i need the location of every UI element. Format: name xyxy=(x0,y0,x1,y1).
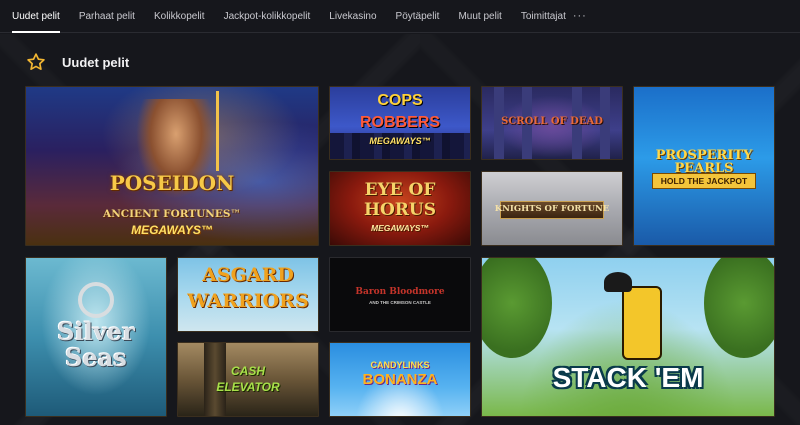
game-title: MEGAWAYS™ xyxy=(371,223,429,233)
game-tile-cash-elevator[interactable]: CASH ELEVATOR xyxy=(177,342,319,417)
game-title: HORUS xyxy=(363,200,437,220)
star-icon xyxy=(26,52,46,72)
nav-item-toimittajat[interactable]: Toimittajat xyxy=(521,0,566,33)
game-title: Baron Bloodmore xyxy=(355,287,445,297)
game-title: BONANZA xyxy=(362,371,438,388)
nav-item-muut-pelit[interactable]: Muut pelit xyxy=(458,0,501,33)
game-title: ROBBERS xyxy=(359,114,440,131)
game-title: ELEVATOR xyxy=(216,380,280,394)
nav-item-jackpot-kolikkopelit[interactable]: Jackpot-kolikkopelit xyxy=(224,0,311,33)
game-title: CANDYLINKS xyxy=(370,360,430,370)
game-art xyxy=(482,258,552,358)
game-title: ASGARD xyxy=(202,264,294,286)
game-title: MEGAWAYS™ xyxy=(369,136,431,146)
more-menu-button[interactable]: ··· xyxy=(573,10,587,22)
game-title: Seas xyxy=(65,343,127,372)
game-title: WARRIORS xyxy=(187,290,309,312)
game-title: CASH xyxy=(230,364,265,378)
game-title: PROSPERITY PEARLS xyxy=(655,148,753,176)
game-title: POSEIDON xyxy=(109,171,235,195)
game-title: AND THE CRIMSON CASTLE xyxy=(369,300,431,305)
game-tile-asgard-warriors[interactable]: ASGARD WARRIORS xyxy=(177,257,319,332)
game-tile-scroll-of-dead[interactable]: SCROLL OF DEAD xyxy=(481,86,623,160)
game-tile-prosperity-pearls[interactable]: PROSPERITY PEARLS HOLD THE JACKPOT xyxy=(633,86,775,246)
nav-item-poytapelit[interactable]: Pöytäpelit xyxy=(396,0,440,33)
game-title: ANCIENT FORTUNES™ xyxy=(103,208,241,220)
game-tile-baron-bloodmore[interactable]: Baron Bloodmore AND THE CRIMSON CASTLE xyxy=(329,257,471,332)
game-tile-poseidon-ancient-fortunes[interactable]: POSEIDON ANCIENT FORTUNES™ MEGAWAYS™ xyxy=(25,86,319,246)
game-title: KNIGHTS OF FORTUNE xyxy=(494,204,610,214)
game-art xyxy=(78,282,114,318)
section-header: Uudet pelit xyxy=(26,52,129,72)
game-title: Silver xyxy=(57,317,135,346)
game-art xyxy=(704,258,774,358)
nav-item-parhaat-pelit[interactable]: Parhaat pelit xyxy=(79,0,135,33)
game-tile-stack-em[interactable]: STACK 'EM xyxy=(481,257,775,417)
game-art xyxy=(216,91,249,171)
game-title: COPS xyxy=(377,92,423,109)
category-nav: Uudet pelit Parhaat pelit Kolikkopelit J… xyxy=(0,0,800,33)
game-title: STACK 'EM xyxy=(552,362,704,393)
game-title: HOLD THE JACKPOT xyxy=(652,173,756,189)
section-title: Uudet pelit xyxy=(62,54,130,70)
game-art xyxy=(622,286,662,360)
nav-item-livekasino[interactable]: Livekasino xyxy=(329,0,376,33)
game-title: SCROLL OF DEAD xyxy=(501,116,603,127)
game-title: MEGAWAYS™ xyxy=(131,223,213,237)
game-tile-cops-n-robbers[interactable]: COPS ROBBERS MEGAWAYS™ xyxy=(329,86,471,160)
game-tile-eye-of-horus[interactable]: EYE OF HORUS MEGAWAYS™ xyxy=(329,171,471,246)
game-title: EYE OF xyxy=(364,180,436,200)
game-art xyxy=(604,272,632,292)
game-tile-knights-of-fortune[interactable]: KNIGHTS OF FORTUNE xyxy=(481,171,623,246)
nav-item-uudet-pelit[interactable]: Uudet pelit xyxy=(12,0,60,33)
game-tile-silver-seas[interactable]: Silver Seas xyxy=(25,257,167,417)
game-tile-candy-links-bonanza[interactable]: CANDYLINKS BONANZA xyxy=(329,342,471,417)
nav-item-kolikkopelit[interactable]: Kolikkopelit xyxy=(154,0,205,33)
